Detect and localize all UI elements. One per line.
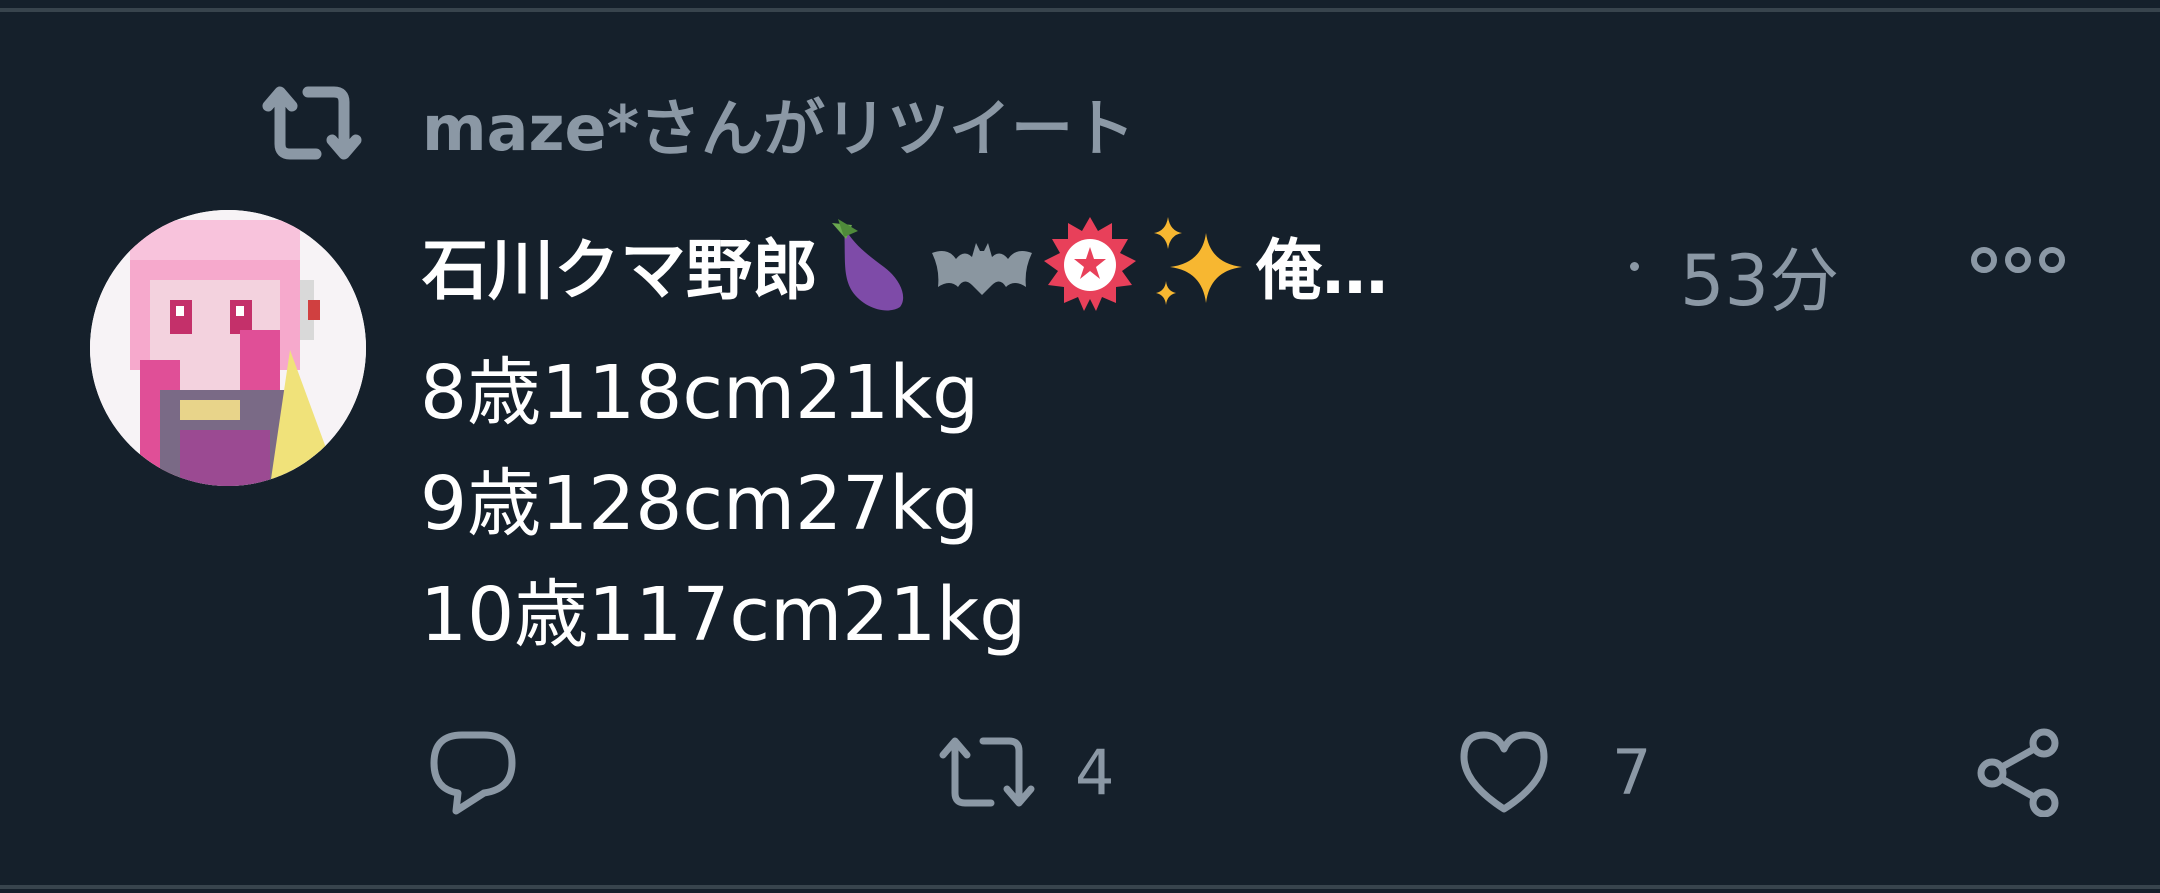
like-button[interactable]: 7 bbox=[1458, 722, 1651, 822]
retweet-context[interactable]: maze*さんがリツイート bbox=[260, 78, 1135, 168]
retweet-context-label: maze*さんがリツイート bbox=[422, 92, 1136, 165]
retweet-button[interactable]: 4 bbox=[935, 722, 1114, 822]
heart-icon bbox=[1458, 729, 1550, 815]
retweet-count: 4 bbox=[1075, 735, 1115, 809]
top-divider bbox=[0, 8, 2160, 12]
author-name: 石川クマ野郎 bbox=[422, 232, 818, 309]
retweet-icon bbox=[260, 82, 364, 164]
author-row[interactable]: 石川クマ野郎 俺… bbox=[422, 217, 1388, 311]
like-count: 7 bbox=[1612, 735, 1652, 809]
separator-dot bbox=[1630, 262, 1639, 271]
tweet-text-line: 9歳128cm27kg bbox=[420, 461, 980, 547]
reply-button[interactable] bbox=[428, 722, 518, 822]
share-button[interactable] bbox=[1974, 722, 2064, 822]
badge-emoji-icon bbox=[1040, 215, 1140, 315]
tweet-text-line: 8歳118cm21kg bbox=[420, 350, 980, 436]
eggplant-emoji-icon bbox=[824, 215, 924, 315]
tweet-text: 8歳118cm21kg 9歳128cm27kg 10歳117cm21kg bbox=[420, 338, 1026, 671]
bottom-divider bbox=[0, 885, 2160, 889]
reply-icon bbox=[428, 727, 518, 817]
bat-emoji-icon bbox=[930, 225, 1034, 305]
timestamp[interactable]: 53分 bbox=[1680, 225, 1839, 326]
retweet-icon bbox=[935, 731, 1039, 813]
more-options-icon[interactable] bbox=[1970, 240, 2066, 280]
author-name-truncated: 俺… bbox=[1256, 232, 1388, 309]
tweet-text-line: 10歳117cm21kg bbox=[420, 572, 1027, 658]
avatar[interactable] bbox=[90, 210, 366, 486]
share-icon bbox=[1974, 727, 2064, 817]
sparkles-emoji-icon bbox=[1146, 215, 1250, 315]
